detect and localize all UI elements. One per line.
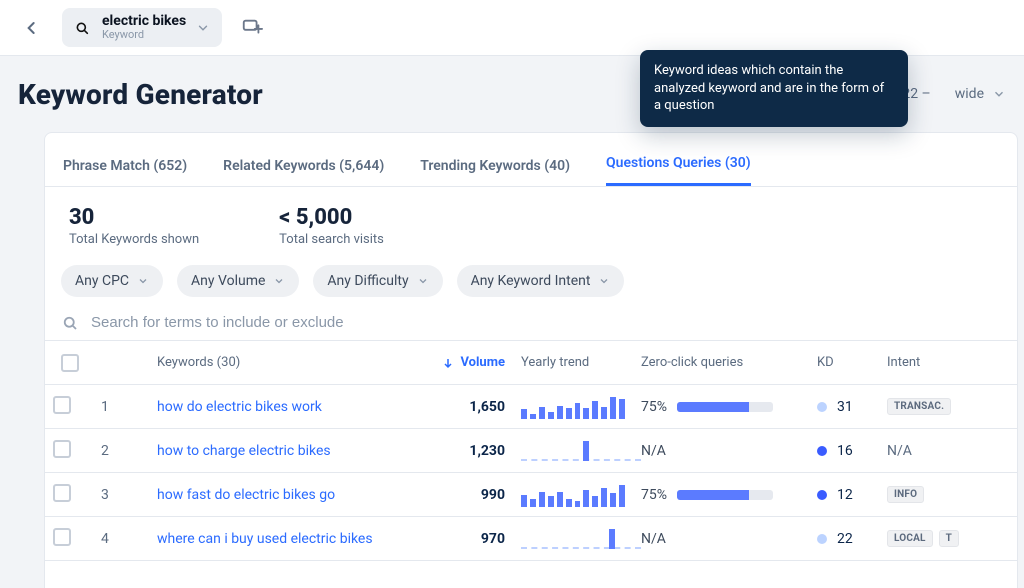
volume-value: 1,650 xyxy=(419,399,513,415)
chevron-down-icon xyxy=(598,275,610,287)
keyword-link[interactable]: how fast do electric bikes go xyxy=(157,487,335,503)
col-zero[interactable]: Zero-click queries xyxy=(633,355,809,370)
keyword-link[interactable]: how to charge electric bikes xyxy=(157,443,331,459)
row-checkbox[interactable] xyxy=(53,396,71,414)
keyword-value: electric bikes xyxy=(102,14,186,29)
kd-cell: 12 xyxy=(809,487,879,503)
total-keywords-label: Total Keywords shown xyxy=(69,232,199,247)
trend-spark xyxy=(513,527,633,551)
keyword-table: Keywords (30) Volume Yearly trend Zero-c… xyxy=(45,340,1017,561)
col-kd[interactable]: KD xyxy=(809,355,879,370)
intent-cell: TRANSAC. xyxy=(879,398,975,415)
search-icon xyxy=(72,18,92,38)
zero-click-cell: 75% xyxy=(633,487,809,503)
table-search-input[interactable] xyxy=(89,313,1001,332)
row-index: 1 xyxy=(93,399,149,415)
sort-desc-icon xyxy=(442,357,454,369)
zero-click-cell: 75% xyxy=(633,399,809,415)
topbar: electric bikes Keyword xyxy=(0,0,1024,56)
keyword-sublabel: Keyword xyxy=(102,29,186,41)
keyword-pill[interactable]: electric bikes Keyword xyxy=(62,8,222,47)
visits-label: Total search visits xyxy=(279,232,384,247)
volume-value: 970 xyxy=(419,531,513,547)
keyword-link[interactable]: where can i buy used electric bikes xyxy=(157,531,373,547)
filter-volume-label: Any Volume xyxy=(191,273,265,289)
zero-click-cell: N/A xyxy=(633,531,809,547)
tab-related[interactable]: Related Keywords (5,644) xyxy=(223,144,384,186)
select-all-checkbox[interactable] xyxy=(61,354,79,372)
total-keywords-value: 30 xyxy=(69,205,199,230)
content-card: Phrase Match (652) Related Keywords (5,64… xyxy=(44,132,1018,588)
page-title: Keyword Generator xyxy=(18,78,263,111)
kd-cell: 31 xyxy=(809,399,879,415)
filter-cpc[interactable]: Any CPC xyxy=(61,265,163,297)
table-row: 2 how to charge electric bikes 1,230 N/A16N… xyxy=(45,429,1017,473)
search-icon xyxy=(61,314,79,332)
row-checkbox[interactable] xyxy=(53,440,71,458)
country-picker[interactable]: wide xyxy=(955,86,1006,102)
col-keywords[interactable]: Keywords (30) xyxy=(149,355,419,370)
filters: Any CPC Any Volume Any Difficulty Any Ke… xyxy=(45,257,1017,305)
back-button[interactable] xyxy=(16,12,48,44)
zero-click-cell: N/A xyxy=(633,443,809,459)
trend-spark xyxy=(513,395,633,419)
tabs: Phrase Match (652) Related Keywords (5,64… xyxy=(45,133,1017,187)
tab-trending[interactable]: Trending Keywords (40) xyxy=(420,144,570,186)
trend-spark xyxy=(513,439,633,463)
volume-value: 1,230 xyxy=(419,443,513,459)
summary: 30 Total Keywords shown < 5,000 Total se… xyxy=(45,187,1017,257)
row-index: 2 xyxy=(93,443,149,459)
row-index: 4 xyxy=(93,531,149,547)
row-checkbox[interactable] xyxy=(53,528,71,546)
volume-value: 990 xyxy=(419,487,513,503)
filter-difficulty-label: Any Difficulty xyxy=(327,273,408,289)
tab-questions[interactable]: Questions Queries (30) xyxy=(606,141,751,186)
chevron-down-icon xyxy=(992,87,1006,101)
filter-intent-label: Any Keyword Intent xyxy=(471,273,591,289)
row-checkbox[interactable] xyxy=(53,484,71,502)
country-label: wide xyxy=(955,86,984,102)
filter-difficulty[interactable]: Any Difficulty xyxy=(313,265,442,297)
keyword-link[interactable]: how do electric bikes work xyxy=(157,399,322,415)
kd-cell: 16 xyxy=(809,443,879,459)
chevron-down-icon xyxy=(196,21,210,35)
trend-spark xyxy=(513,483,633,507)
table-search xyxy=(45,305,1017,340)
table-row: 3 how fast do electric bikes go 990 75%12IN… xyxy=(45,473,1017,517)
filter-volume[interactable]: Any Volume xyxy=(177,265,299,297)
table-row: 1 how do electric bikes work 1,650 75%31TRA… xyxy=(45,385,1017,429)
add-compare-button[interactable] xyxy=(236,12,268,44)
intent-cell: N/A xyxy=(879,443,975,459)
tab-phrase[interactable]: Phrase Match (652) xyxy=(63,144,187,186)
chevron-down-icon xyxy=(417,275,429,287)
intent-cell: INFO xyxy=(879,486,975,503)
table-row: 4 where can i buy used electric bikes 970 N… xyxy=(45,517,1017,561)
intent-cell: LOCALT xyxy=(879,530,975,547)
filter-intent[interactable]: Any Keyword Intent xyxy=(457,265,625,297)
col-intent[interactable]: Intent xyxy=(879,355,975,370)
row-index: 3 xyxy=(93,487,149,503)
chevron-down-icon xyxy=(137,275,149,287)
col-trend[interactable]: Yearly trend xyxy=(513,355,633,370)
col-volume[interactable]: Volume xyxy=(419,355,513,370)
chevron-down-icon xyxy=(273,275,285,287)
tab-tooltip: Keyword ideas which contain the analyzed… xyxy=(640,50,908,127)
table-header: Keywords (30) Volume Yearly trend Zero-c… xyxy=(45,341,1017,385)
kd-cell: 22 xyxy=(809,531,879,547)
visits-value: < 5,000 xyxy=(279,205,384,230)
tooltip-text: Keyword ideas which contain the analyzed… xyxy=(654,63,884,113)
filter-cpc-label: Any CPC xyxy=(75,273,129,289)
